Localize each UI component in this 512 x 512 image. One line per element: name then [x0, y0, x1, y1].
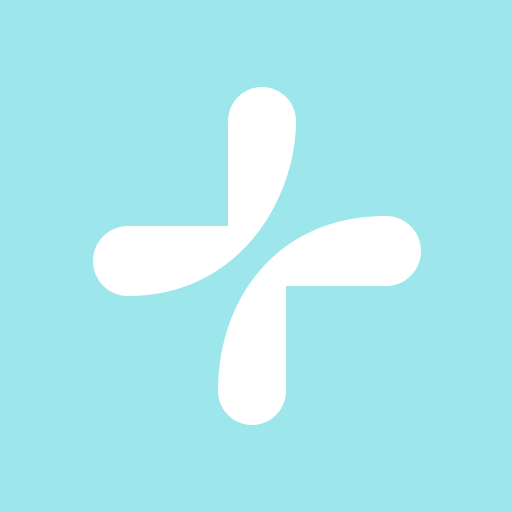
logo-lower-right-petal [218, 216, 421, 425]
app-icon [0, 0, 512, 512]
plus-pinwheel-logo-icon [93, 87, 421, 425]
